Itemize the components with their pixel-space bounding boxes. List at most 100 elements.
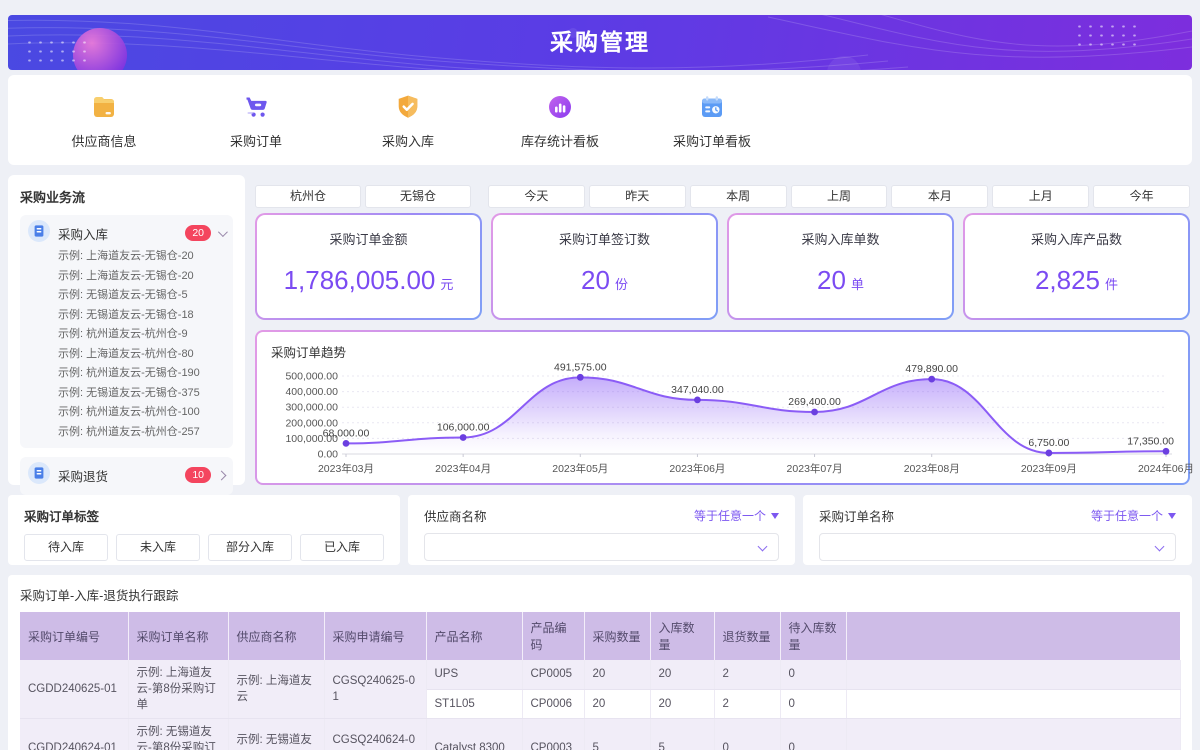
order-name-select[interactable] [819, 533, 1176, 561]
tracking-table-card: 采购订单-入库-退货执行跟踪 采购订单编号 采购订单名称 供应商名称 采购申请编号 产品… [8, 575, 1192, 750]
cell-req-no: CGSQ240624-01 [324, 718, 427, 750]
stat-card: 采购订单金额 1,786,005.00 元 [255, 213, 482, 320]
order-tag-button[interactable]: 已入库 [300, 534, 384, 561]
cell-filler [846, 689, 1181, 720]
cell-product-name: Catalyst 8300 [426, 718, 523, 750]
order-name-filter-label: 采购订单名称 [819, 510, 895, 524]
sidebar-item[interactable]: 示例: 杭州道友云-杭州仓-257 [28, 423, 225, 443]
date-range-button[interactable]: 昨天 [588, 185, 686, 208]
stat-unit: 份 [614, 277, 628, 292]
stat-card-row: 采购订单金额 1,786,005.00 元采购订单签订数 20 份采购入库单数 20 单采购… [255, 213, 1190, 320]
cell-supplier: 示例: 上海道友云 [228, 660, 325, 720]
stat-unit: 元 [440, 277, 454, 292]
column-header: 采购订单名称 [128, 612, 229, 660]
order-tag-button[interactable]: 部分入库 [208, 534, 292, 561]
column-header: 产品编码 [522, 612, 585, 660]
nav-item-inventory-dashboard[interactable]: 库存统计看板 [484, 91, 636, 150]
date-range-button[interactable]: 本月 [891, 185, 989, 208]
cell-filler [846, 718, 1181, 750]
date-range-button[interactable]: 今天 [488, 185, 585, 208]
business-flow-title: 采购业务流 [20, 190, 86, 205]
nav-item-purchase-order[interactable]: 采购订单 [180, 91, 332, 150]
cell-product-code: CP0006 [522, 689, 585, 720]
date-range-button[interactable]: 本周 [689, 185, 787, 208]
business-flow-panel: 采购业务流 采购入库 20 示例: 上海道友云-无锡仓-20 示例: 上海道友云-… [8, 175, 245, 495]
svg-text:500,000.00: 500,000.00 [285, 371, 338, 383]
tracking-table-title: 采购订单-入库-退货执行跟踪 [20, 589, 179, 603]
flow-item-list: 示例: 上海道友云-无锡仓-20 示例: 上海道友云-无锡仓-20 示例: 无锡道友… [28, 247, 225, 442]
cell-in-qty: 20 [650, 689, 715, 720]
nav-label: 采购订单看板 [672, 133, 751, 149]
chevron-down-icon [217, 226, 228, 237]
flow-group-inbound: 采购入库 20 示例: 上海道友云-无锡仓-20 示例: 上海道友云-无锡仓-20… [20, 215, 233, 448]
stat-value: 2,825 件 [1034, 265, 1119, 295]
cell-return-qty: 2 [714, 660, 781, 690]
cell-in-qty: 5 [650, 718, 715, 750]
cell-order-no: CGDD240624-01 [20, 718, 129, 750]
chevron-right-icon [216, 470, 227, 480]
svg-text:2023年03月: 2023年03月 [318, 462, 374, 475]
svg-text:2023年04月: 2023年04月 [435, 462, 491, 475]
cell-filler [846, 660, 1181, 690]
cell-pending-qty: 0 [780, 660, 847, 690]
nav-label: 采购订单 [229, 133, 282, 149]
sidebar-item[interactable]: 示例: 无锡道友云-无锡仓-375 [28, 384, 225, 404]
supplier-filter-card: 供应商名称 等于任意一个 [408, 495, 795, 565]
supplier-select[interactable] [424, 533, 779, 561]
svg-text:400,000.00: 400,000.00 [285, 386, 338, 398]
order-operator-dropdown[interactable]: 等于任意一个 [1091, 507, 1176, 524]
date-range-button[interactable]: 上月 [992, 185, 1090, 208]
stat-value: 20 单 [817, 265, 864, 295]
sidebar-item[interactable]: 示例: 无锡道友云-无锡仓-5 [28, 286, 225, 306]
flow-group-return-header[interactable]: 采购退货 10 [28, 461, 227, 489]
column-header-filler [846, 612, 1181, 660]
table-row: CGDD240624-01示例: 无锡道友云-第8份采购订单示例: 无锡道友云C… [20, 718, 1181, 750]
order-name-filter-card: 采购订单名称 等于任意一个 [803, 495, 1192, 565]
cell-product-name: UPS [426, 660, 523, 690]
stat-label: 采购订单签订数 [558, 232, 650, 247]
operator-label: 等于任意一个 [1090, 509, 1163, 523]
supplier-operator-dropdown[interactable]: 等于任意一个 [694, 507, 779, 524]
date-range-button[interactable]: 上周 [790, 185, 888, 208]
svg-text:2023年05月: 2023年05月 [552, 462, 608, 475]
cell-supplier: 示例: 无锡道友云 [228, 718, 325, 750]
sidebar-item[interactable]: 示例: 杭州道友云-杭州仓-100 [28, 403, 225, 423]
svg-text:6,750.00: 6,750.00 [1028, 437, 1069, 449]
cell-req-no: CGSQ240625-01 [324, 660, 427, 720]
sidebar-item[interactable]: 示例: 杭州道友云-杭州仓-9 [28, 325, 225, 345]
sidebar-item[interactable]: 示例: 无锡道友云-无锡仓-18 [28, 306, 225, 326]
sidebar-item[interactable]: 示例: 上海道友云-杭州仓-80 [28, 345, 225, 365]
svg-text:491,575.00: 491,575.00 [554, 361, 607, 373]
date-range-button[interactable]: 今年 [1093, 185, 1191, 208]
cell-return-qty: 0 [714, 718, 781, 750]
order-tag-title: 采购订单标签 [24, 510, 100, 524]
nav-item-order-dashboard[interactable]: 采购订单看板 [636, 91, 788, 150]
document-icon [28, 219, 50, 247]
flow-group-inbound-header[interactable]: 采购入库 20 [28, 219, 228, 247]
cell-return-qty: 2 [714, 689, 781, 720]
svg-text:0.00: 0.00 [318, 449, 339, 461]
warehouse-button[interactable]: 无锡仓 [365, 185, 471, 208]
supplier-filter-label: 供应商名称 [424, 510, 487, 524]
quick-nav: 供应商信息 采购订单 采购入库 库存统计看板 采购订单看板 [8, 75, 1192, 165]
svg-text:2023年09月: 2023年09月 [1021, 462, 1077, 475]
svg-text:269,400.00: 269,400.00 [788, 396, 841, 408]
nav-item-purchase-inbound[interactable]: 采购入库 [332, 91, 484, 150]
order-trend-card: 采购订单趋势 500,000.00 400,000.00 300,000.00 200… [255, 330, 1194, 485]
tracking-table: 采购订单编号 采购订单名称 供应商名称 采购申请编号 产品名称 产品编码 采购数量 入库数量退… [20, 612, 1181, 750]
order-tag-button[interactable]: 未入库 [116, 534, 200, 561]
sidebar-item[interactable]: 示例: 上海道友云-无锡仓-20 [28, 267, 225, 287]
cell-qty: 5 [584, 718, 651, 750]
svg-text:2023年08月: 2023年08月 [904, 462, 960, 475]
cell-qty: 20 [584, 689, 651, 720]
nav-item-supplier-info[interactable]: 供应商信息 [28, 91, 180, 150]
cell-qty: 20 [584, 660, 651, 690]
svg-text:68,000.00: 68,000.00 [323, 427, 370, 439]
order-tag-button[interactable]: 待入库 [24, 534, 108, 561]
operator-label: 等于任意一个 [693, 509, 766, 523]
nav-label: 库存统计看板 [520, 133, 599, 149]
warehouse-button[interactable]: 杭州仓 [255, 185, 361, 208]
sidebar-item[interactable]: 示例: 杭州道友云-无锡仓-190 [28, 364, 225, 384]
sidebar-item[interactable]: 示例: 上海道友云-无锡仓-20 [28, 247, 225, 267]
chevron-down-icon [1154, 541, 1165, 552]
